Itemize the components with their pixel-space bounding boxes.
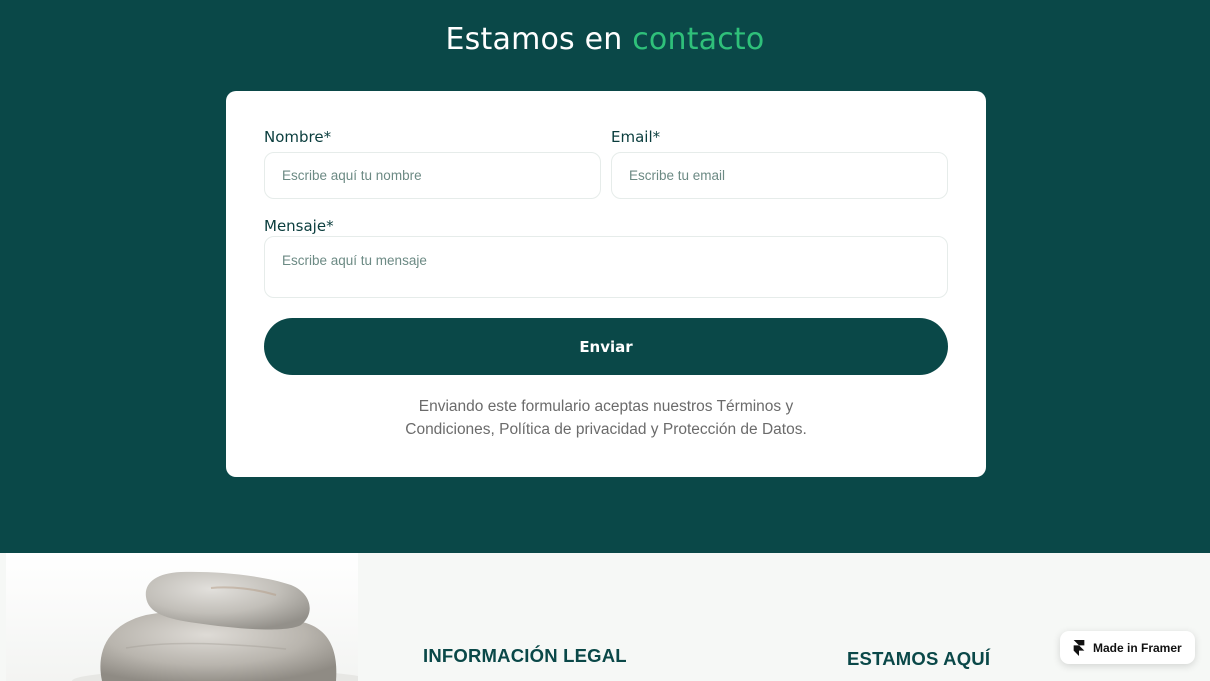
framer-logo-icon xyxy=(1073,639,1085,656)
name-label: Nombre* xyxy=(264,128,332,146)
name-placeholder: Escribe aquí tu nombre xyxy=(282,168,422,183)
email-placeholder: Escribe tu email xyxy=(629,168,726,183)
title-prefix: Estamos en xyxy=(445,22,623,57)
message-label: Mensaje* xyxy=(264,217,334,235)
name-input[interactable]: Escribe aquí tu nombre xyxy=(264,152,601,199)
title-accent: contacto xyxy=(632,22,765,57)
contact-form: Nombre* Escribe aquí tu nombre Email* Es… xyxy=(226,91,986,477)
legal-info-heading: INFORMACIÓN LEGAL xyxy=(423,645,627,666)
form-disclaimer: Enviando este formulario aceptas nuestro… xyxy=(405,398,807,438)
contact-section: Estamos en contacto Nombre* Escribe aquí… xyxy=(0,0,1210,553)
stones-image xyxy=(6,553,358,681)
made-in-framer-badge[interactable]: Made in Framer xyxy=(1060,631,1195,664)
message-placeholder: Escribe aquí tu mensaje xyxy=(282,253,427,268)
badge-label: Made in Framer xyxy=(1093,640,1182,655)
email-input[interactable]: Escribe tu email xyxy=(611,152,948,199)
message-textarea[interactable]: Escribe aquí tu mensaje xyxy=(264,236,948,298)
email-label: Email* xyxy=(611,128,661,146)
location-heading: ESTAMOS AQUÍ xyxy=(847,648,991,669)
submit-button[interactable]: Enviar xyxy=(264,318,948,375)
section-title: Estamos en contacto xyxy=(0,22,1210,57)
stones-illustration xyxy=(72,571,358,681)
